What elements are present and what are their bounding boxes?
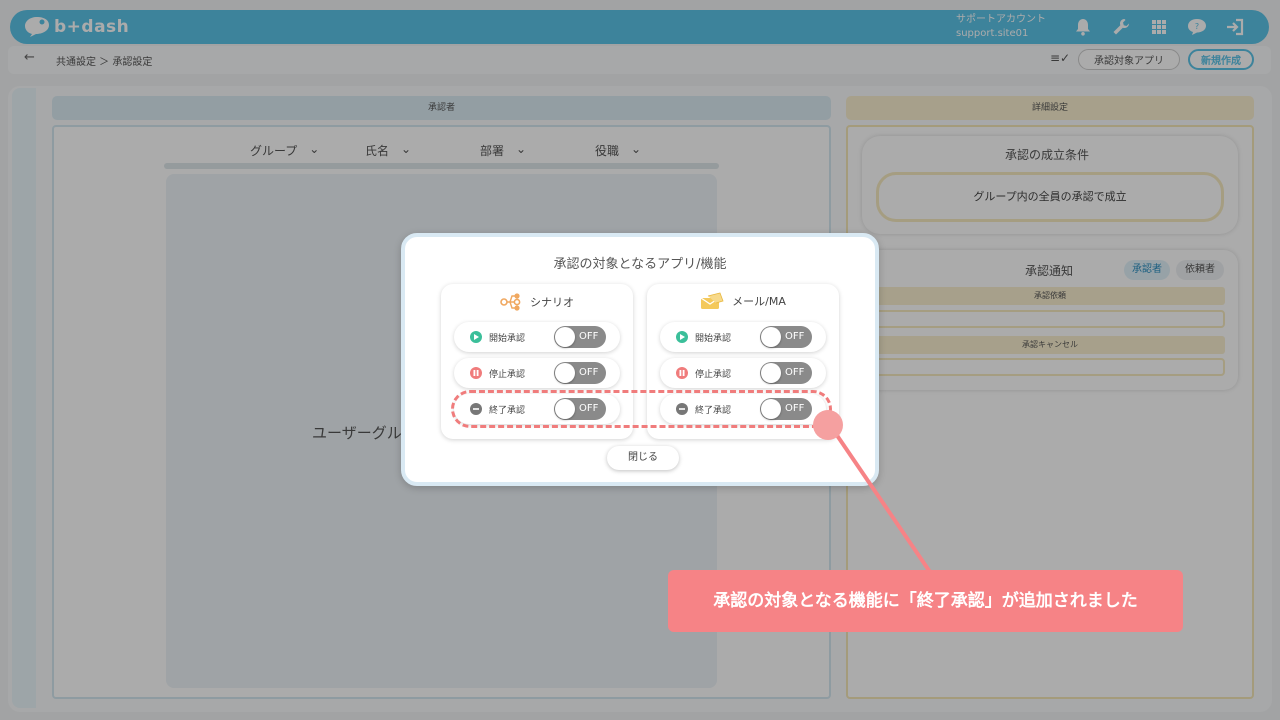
pause-icon	[676, 367, 688, 379]
play-icon	[676, 331, 688, 343]
approval-apps-modal: 承認の対象となるアプリ/機能 シナリオ 開始承認 OFF 停止承認 OFF 終了…	[401, 233, 879, 486]
row-label: 停止承認	[489, 370, 526, 380]
toggle-scenario-start[interactable]: OFF	[554, 326, 606, 348]
highlight-frame	[451, 390, 832, 428]
row-mail-stop: 停止承認 OFF	[660, 358, 826, 388]
row-label: 開始承認	[489, 334, 526, 344]
row-label: 停止承認	[695, 370, 732, 380]
app-name-scenario: シナリオ	[530, 296, 574, 309]
row-scenario-start: 開始承認 OFF	[454, 322, 620, 352]
row-label: 開始承認	[695, 334, 732, 344]
row-scenario-stop: 停止承認 OFF	[454, 358, 620, 388]
app-name-mail: メール/MA	[732, 295, 786, 308]
pause-icon	[470, 367, 482, 379]
row-mail-start: 開始承認 OFF	[660, 322, 826, 352]
toggle-mail-stop[interactable]: OFF	[760, 362, 812, 384]
toggle-mail-start[interactable]: OFF	[760, 326, 812, 348]
play-icon	[470, 331, 482, 343]
scenario-icon	[500, 293, 521, 311]
toggle-scenario-stop[interactable]: OFF	[554, 362, 606, 384]
callout-dot	[813, 410, 843, 440]
close-button[interactable]: 閉じる	[607, 446, 679, 470]
callout-message: 承認の対象となる機能に「終了承認」が追加されました	[668, 570, 1183, 632]
modal-title: 承認の対象となるアプリ/機能	[553, 257, 727, 272]
mail-icon	[700, 292, 724, 309]
